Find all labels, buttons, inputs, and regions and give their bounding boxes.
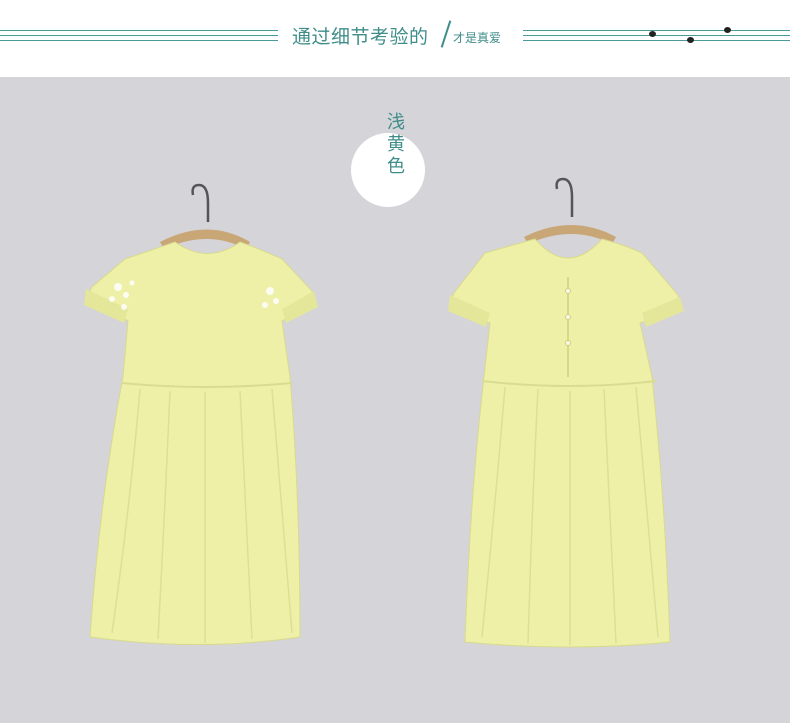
- dress-back-view: [370, 77, 765, 723]
- header-slash-divider: [440, 20, 452, 48]
- dress-front-illustration: [84, 183, 318, 645]
- music-note-icon: [649, 31, 656, 37]
- header-title: 通过细节考验的: [292, 26, 429, 48]
- dress-body: [451, 238, 680, 648]
- header-banner: 通过细节考验的 才是真爱: [0, 0, 790, 77]
- dress-body: [89, 241, 313, 645]
- hanger-hook-icon: [191, 183, 210, 222]
- header-rule-right: [523, 30, 790, 41]
- music-note-icon: [724, 27, 731, 33]
- dress-back-illustration: [448, 177, 684, 648]
- music-note-icon: [687, 37, 694, 43]
- header-rule-left: [0, 30, 278, 41]
- dress-front-view: [0, 77, 395, 723]
- hanger-hook-icon: [555, 177, 574, 217]
- color-name-label: 浅黄色: [387, 112, 405, 177]
- header-subtitle: 才是真爱: [453, 31, 502, 45]
